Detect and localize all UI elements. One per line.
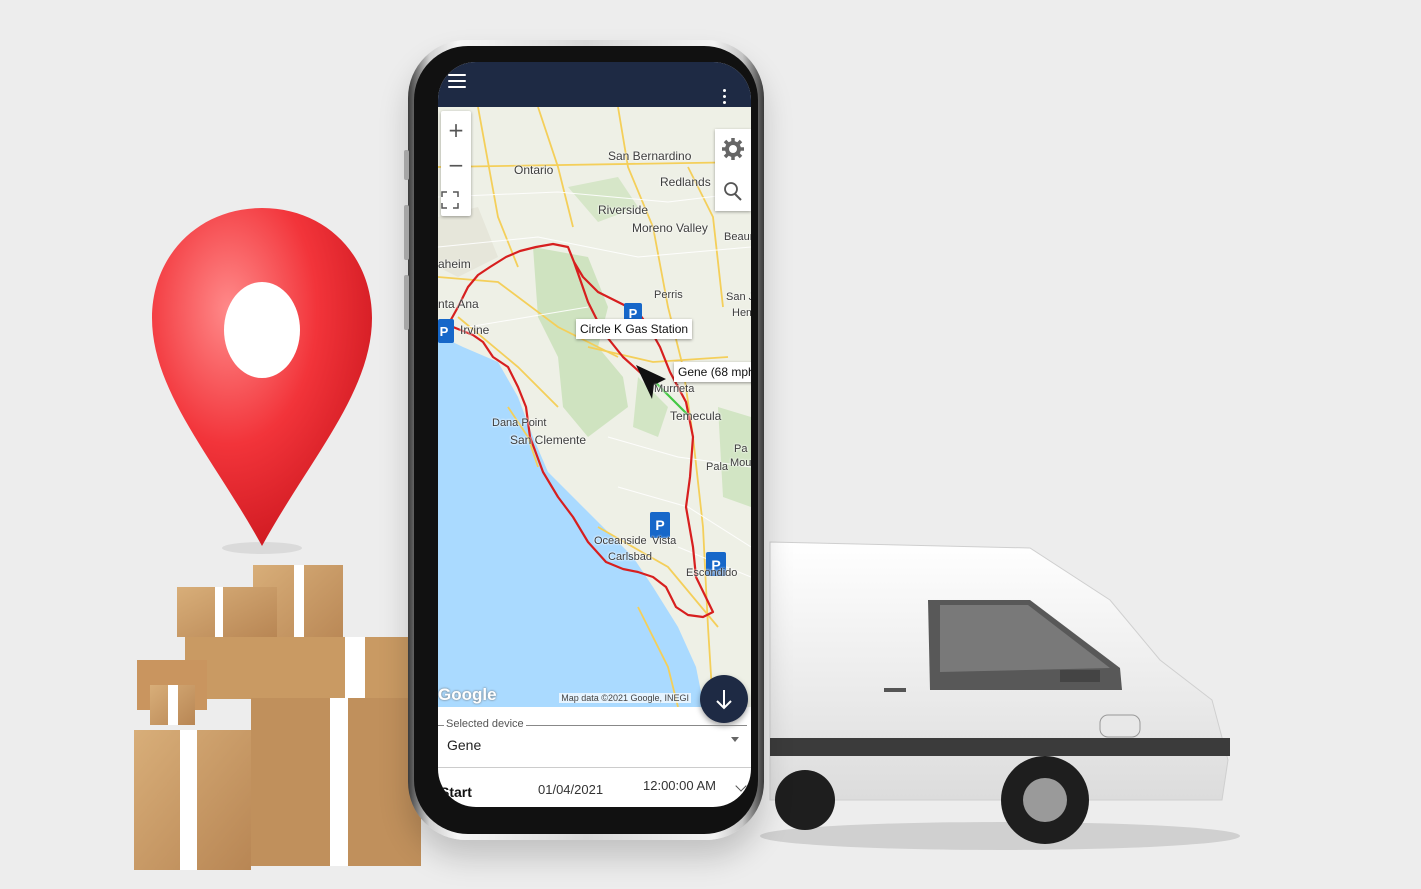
phone-screen: P P P P + − San Bernardino Ontario Redla… [438, 62, 751, 807]
vertical-dots-icon[interactable] [723, 89, 727, 105]
poi-callout[interactable]: Circle K Gas Station [576, 319, 693, 339]
place-label: Ontario [514, 163, 554, 177]
phone-volume-up [404, 205, 409, 260]
device-select[interactable]: Selected device Gene [438, 712, 751, 767]
location-pin-icon [152, 208, 372, 554]
place-label: Riverside [598, 203, 649, 217]
place-label: Oceanside [594, 535, 647, 547]
start-datetime-row: Start 01/04/2021 12:00:00 AM [438, 767, 751, 807]
place-label: Escondido [686, 567, 738, 579]
device-value[interactable]: Gene [447, 737, 481, 753]
gear-icon[interactable] [715, 129, 751, 169]
place-label: San Jac [726, 291, 751, 303]
place-label: San Clemente [510, 433, 587, 447]
device-field-label: Selected device [444, 718, 526, 730]
map-attribution[interactable]: Map data ©2021 Google, INEGI [559, 693, 691, 703]
place-label: Perris [654, 289, 683, 301]
svg-text:P: P [655, 517, 664, 533]
place-label: Dana Point [492, 417, 547, 429]
start-label: Start [440, 784, 472, 800]
place-label: San Bernardino [608, 149, 692, 163]
place-label: Mou [730, 457, 751, 469]
place-label: Hem [732, 307, 751, 319]
phone-volume-down [404, 275, 409, 330]
place-label: nta Ana [438, 297, 479, 311]
place-label: Pa [734, 443, 748, 455]
chevron-down-icon[interactable] [735, 780, 747, 792]
map-zoom-controls: + − [441, 111, 471, 216]
google-logo: Google [438, 685, 497, 704]
map-canvas: P P P P [438, 107, 751, 707]
hamburger-menu-icon[interactable] [448, 74, 466, 88]
place-label: aheim [438, 257, 471, 271]
phone-side-button [404, 150, 409, 180]
vehicle-callout[interactable]: Gene (68 mph [674, 362, 751, 382]
start-time-field[interactable]: 12:00:00 AM [643, 778, 716, 793]
place-label: Temecula [670, 409, 722, 423]
svg-text:P: P [440, 324, 449, 339]
place-label: Redlands [660, 175, 711, 189]
search-icon[interactable] [715, 171, 751, 211]
place-label: Beaum [724, 231, 751, 243]
place-label: Pala [706, 461, 729, 473]
delivery-van [760, 541, 1240, 850]
zoom-out-button[interactable]: − [441, 148, 471, 182]
fullscreen-icon[interactable] [441, 183, 471, 217]
parcel-stack [134, 565, 421, 870]
start-date-field[interactable]: 01/04/2021 [538, 782, 603, 797]
dropdown-arrow-icon[interactable] [731, 737, 739, 742]
map-view[interactable]: P P P P + − San Bernardino Ontario Redla… [438, 107, 751, 707]
place-label: Vista [652, 535, 677, 547]
place-label: Irvine [460, 323, 490, 337]
map-tools [715, 129, 751, 211]
zoom-in-button[interactable]: + [441, 113, 471, 147]
place-label: Murrieta [654, 383, 695, 395]
place-label: Moreno Valley [632, 221, 708, 235]
place-label: Carlsbad [608, 551, 653, 563]
marketing-scene: P P P P + − San Bernardino Ontario Redla… [0, 0, 1421, 889]
app-bar [438, 62, 751, 107]
